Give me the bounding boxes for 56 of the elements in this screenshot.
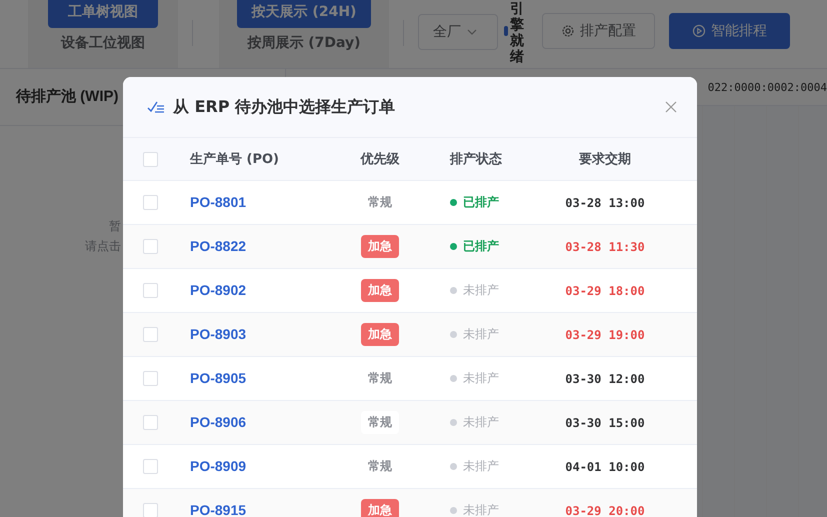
priority-tag: 加急 [361,279,399,302]
due-date: 03-28 13:00 [565,196,645,210]
row-checkbox[interactable] [143,459,158,474]
config-button[interactable]: 排产配置 [542,13,655,49]
due-date: 03-29 19:00 [565,328,645,342]
status-text: 未排产 [463,414,499,431]
chevron-down-icon [467,29,477,35]
status-text: 未排产 [463,370,499,387]
gear-icon [561,24,575,38]
status-text: 未排产 [463,458,499,475]
priority-tag: 加急 [361,235,399,258]
range-tab[interactable]: 按周展示 (7Day) [235,28,373,58]
row-checkbox[interactable] [143,371,158,386]
po-link[interactable]: PO-8822 [190,238,246,254]
due-date: 03-29 20:00 [565,504,645,517]
column-header: 生产单号 (PO) [190,152,279,167]
row-checkbox[interactable] [143,195,158,210]
status-text: 未排产 [463,326,499,343]
plant-select[interactable]: 全厂 [418,14,498,50]
po-link[interactable]: PO-8903 [190,326,246,342]
priority-tag: 常规 [361,411,399,434]
priority-tag: 加急 [361,499,399,517]
play-icon [692,24,706,38]
status-text: 已排产 [463,194,499,211]
po-link[interactable]: PO-8801 [190,194,246,210]
column-header: 要求交期 [579,150,631,168]
view-tab[interactable]: 设备工位视图 [49,28,157,58]
row-checkbox[interactable] [143,239,158,254]
row-checkbox[interactable] [143,415,158,430]
due-date: 03-30 12:00 [565,372,645,386]
row-checkbox[interactable] [143,283,158,298]
row-checkbox[interactable] [143,327,158,342]
po-link[interactable]: PO-8905 [190,370,246,386]
status-text: 未排产 [463,282,499,299]
range-tab[interactable]: 按天展示 (24H) [237,0,371,28]
checklist-icon [147,100,165,114]
po-link[interactable]: PO-8915 [190,502,246,517]
due-date: 03-29 18:00 [565,284,645,298]
po-link[interactable]: PO-8906 [190,414,246,430]
column-header: 排产状态 [450,150,502,168]
due-date: 04-01 10:00 [565,460,645,474]
engine-status: 引擎就绪 [510,1,524,66]
row-checkbox[interactable] [143,503,158,517]
close-icon[interactable] [665,101,677,113]
priority-tag: 加急 [361,323,399,346]
column-header: 优先级 [360,151,400,168]
po-link[interactable]: PO-8902 [190,282,246,298]
status-text: 未排产 [463,502,499,517]
due-date: 03-30 15:00 [565,416,645,430]
view-tab[interactable]: 工单树视图 [48,0,158,28]
due-date: 03-28 11:30 [565,240,645,254]
status-text: 已排产 [463,238,499,255]
po-link[interactable]: PO-8909 [190,458,246,474]
select-all-checkbox[interactable] [143,152,158,166]
timeline-header: 022:0000:0002:0004 [708,80,827,94]
schedule-button[interactable]: 智能排程 [669,13,790,49]
